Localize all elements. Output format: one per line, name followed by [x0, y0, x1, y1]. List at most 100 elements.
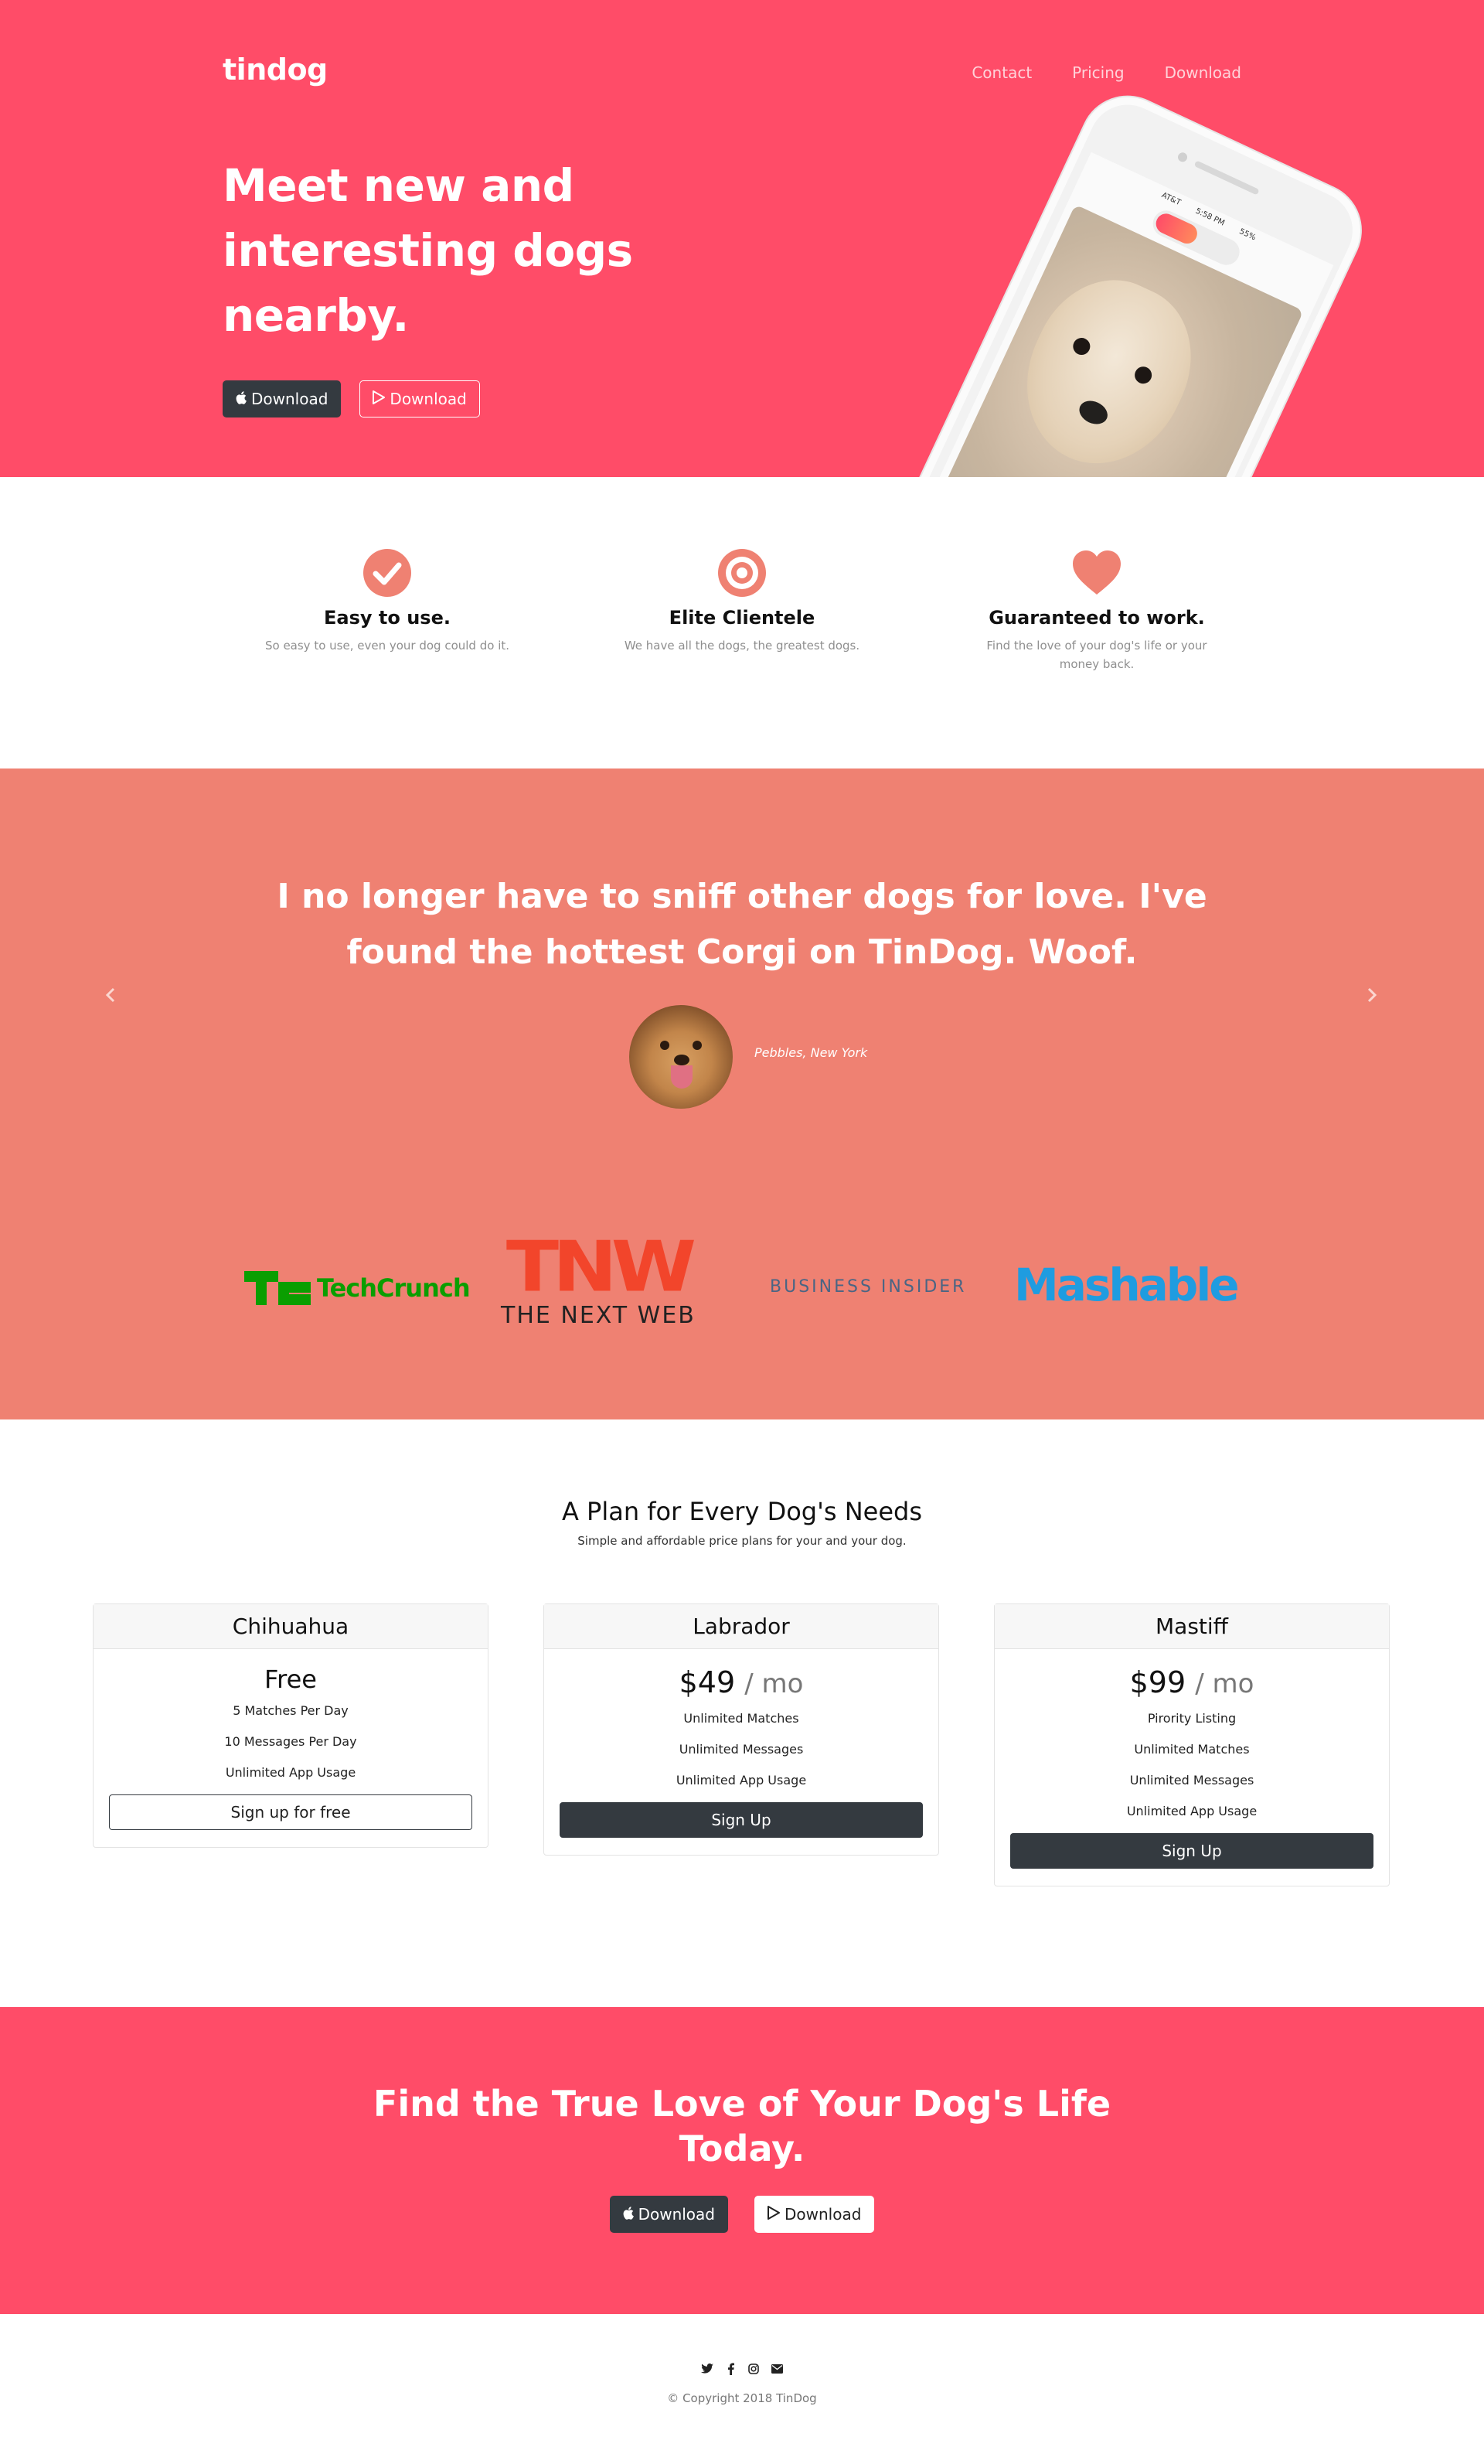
plan-card-labrador: Labrador $49 / mo Unlimited Matches Unli… — [543, 1603, 939, 1856]
plan-feature: Unlimited App Usage — [676, 1773, 807, 1788]
business-insider-logo: BUSINESS INSIDER — [770, 1277, 966, 1297]
cta-title: Find the True Love of Your Dog's Life To… — [373, 2083, 1111, 2169]
plan-body: $99 / mo Pirority Listing Unlimited Matc… — [995, 1649, 1389, 1886]
nav-download-link[interactable]: Download — [1165, 63, 1241, 82]
plan-feature: Unlimited Matches — [683, 1711, 799, 1726]
nav-pricing-link[interactable]: Pricing — [1072, 63, 1124, 82]
dog-photo — [938, 204, 1304, 477]
testimonial-quote: I no longer have to sniff other dogs for… — [277, 877, 1207, 972]
plan-price: $99 / mo — [1010, 1663, 1373, 1703]
pricing-subtitle: Simple and affordable price plans for yo… — [577, 1534, 907, 1548]
chevron-right-icon — [1367, 987, 1377, 1006]
plan-features: Pirority Listing Unlimited Matches Unlim… — [1010, 1703, 1373, 1827]
techcrunch-logo: TechCrunch — [244, 1271, 471, 1305]
twitter-icon[interactable] — [700, 2362, 714, 2376]
feature-text: Find the love of your dog's life or your… — [986, 639, 1207, 671]
footer: © Copyright 2018 TinDog — [0, 2314, 1484, 2464]
plan-price-period: / mo — [744, 1668, 804, 1699]
plan-price-amount: $49 — [679, 1665, 736, 1699]
tnw-mark: TNW — [505, 1225, 696, 1308]
google-play-download-label: Download — [785, 2205, 862, 2224]
press-logos: TechCrunch TNW THE NEXT WEB BUSINESS INS… — [232, 1232, 1252, 1348]
feature-easy-to-use: Easy to use. So easy to use, even your d… — [260, 548, 515, 655]
testimonial-attribution: Pebbles, New York — [754, 1045, 868, 1060]
plan-price-amount: $99 — [1129, 1665, 1186, 1699]
phone-mockup-image: AT&T 5:58 PM 55% — [856, 80, 1378, 477]
chevron-left-icon — [105, 987, 116, 1006]
apple-icon — [623, 2205, 634, 2224]
avatar-eye-right — [693, 1041, 702, 1050]
phone-speaker — [1193, 160, 1260, 196]
dog-eye-right — [1132, 363, 1155, 387]
social-links — [0, 2362, 1484, 2376]
plan-price-period: / mo — [1195, 1668, 1254, 1699]
feature-text: So easy to use, even your dog could do i… — [264, 639, 510, 653]
hero-download-buttons: Download Download — [223, 380, 480, 417]
feature-title: Guaranteed to work. — [989, 607, 1205, 629]
avatar-tongue — [671, 1065, 693, 1089]
plan-features: Unlimited Matches Unlimited Messages Unl… — [560, 1703, 923, 1796]
testimonial-avatar — [629, 1005, 733, 1109]
plan-feature: Unlimited Messages — [1129, 1773, 1254, 1788]
testimonial-section: I no longer have to sniff other dogs for… — [0, 769, 1484, 1419]
plan-body: Free 5 Matches Per Day 10 Messages Per D… — [94, 1649, 488, 1847]
dog-face — [998, 256, 1217, 477]
techcrunch-wordmark: TechCrunch — [317, 1273, 471, 1303]
google-play-icon — [373, 390, 386, 408]
hero-title: Meet new and interesting dogs nearby. — [223, 159, 633, 342]
main-nav: Contact Pricing Download — [972, 63, 1241, 82]
apple-icon — [236, 390, 247, 408]
nav-contact-link[interactable]: Contact — [972, 63, 1032, 82]
features-section: Easy to use. So easy to use, even your d… — [0, 477, 1484, 769]
phone-camera — [1176, 151, 1189, 164]
google-play-download-button[interactable]: Download — [754, 2196, 875, 2233]
phone-carrier: AT&T — [1160, 191, 1183, 208]
mashable-logo: Mashable — [1014, 1259, 1240, 1311]
instagram-icon[interactable] — [747, 2362, 761, 2376]
feature-guaranteed: Guaranteed to work. Find the love of you… — [969, 548, 1224, 673]
facebook-icon[interactable] — [723, 2362, 737, 2376]
plan-name: Mastiff — [995, 1604, 1389, 1649]
dog-nose — [1075, 396, 1111, 429]
bullseye-icon — [717, 548, 767, 598]
plan-feature: Unlimited App Usage — [225, 1765, 356, 1780]
techcrunch-mark-icon — [244, 1271, 311, 1305]
tnw-logo: TNW THE NEXT WEB — [501, 1232, 696, 1329]
phone-battery: 55% — [1237, 227, 1258, 243]
apple-download-label: Download — [251, 390, 328, 408]
cta-section: Find the True Love of Your Dog's Life To… — [0, 2007, 1484, 2314]
plan-name: Labrador — [544, 1604, 938, 1649]
apple-download-button[interactable]: Download — [609, 2196, 728, 2233]
heart-icon — [1072, 548, 1122, 598]
plan-card-chihuahua: Chihuahua Free 5 Matches Per Day 10 Mess… — [93, 1603, 488, 1848]
google-play-download-button[interactable]: Download — [359, 380, 480, 417]
plan-feature: Unlimited Messages — [679, 1742, 804, 1757]
sign-up-mastiff-button[interactable]: Sign Up — [1010, 1833, 1373, 1869]
pricing-title: A Plan for Every Dog's Needs — [561, 1497, 923, 1526]
plan-price: Free — [264, 1665, 317, 1694]
carousel-prev-button[interactable] — [99, 985, 122, 1008]
sign-up-free-button[interactable]: Sign up for free — [109, 1794, 472, 1830]
brand-logo[interactable]: tindog — [223, 53, 328, 87]
apple-download-label: Download — [638, 2205, 715, 2224]
sign-up-labrador-button[interactable]: Sign Up — [560, 1802, 923, 1838]
business-insider-wordmark: BUSINESS INSIDER — [770, 1277, 967, 1297]
mashable-wordmark: Mashable — [1014, 1259, 1240, 1311]
avatar-nose — [674, 1055, 689, 1065]
plan-features: 5 Matches Per Day 10 Messages Per Day Un… — [109, 1695, 472, 1788]
feature-text: We have all the dogs, the greatest dogs. — [624, 639, 860, 653]
carousel-next-button[interactable] — [1360, 985, 1384, 1008]
plan-feature: 5 Matches Per Day — [233, 1703, 349, 1718]
envelope-icon[interactable] — [770, 2362, 784, 2376]
google-play-icon — [768, 2205, 780, 2224]
apple-download-button[interactable]: Download — [223, 380, 342, 417]
plan-body: $49 / mo Unlimited Matches Unlimited Mes… — [544, 1649, 938, 1855]
feature-title: Easy to use. — [324, 607, 451, 629]
plan-name: Chihuahua — [94, 1604, 488, 1649]
google-play-download-label: Download — [390, 390, 467, 408]
check-circle-icon — [362, 548, 412, 598]
cta-download-buttons: Download Download — [0, 2196, 1484, 2233]
plan-feature: Pirority Listing — [1147, 1711, 1237, 1726]
phone-screen: AT&T 5:58 PM 55% — [895, 152, 1334, 477]
plan-feature: 10 Messages Per Day — [224, 1734, 357, 1749]
